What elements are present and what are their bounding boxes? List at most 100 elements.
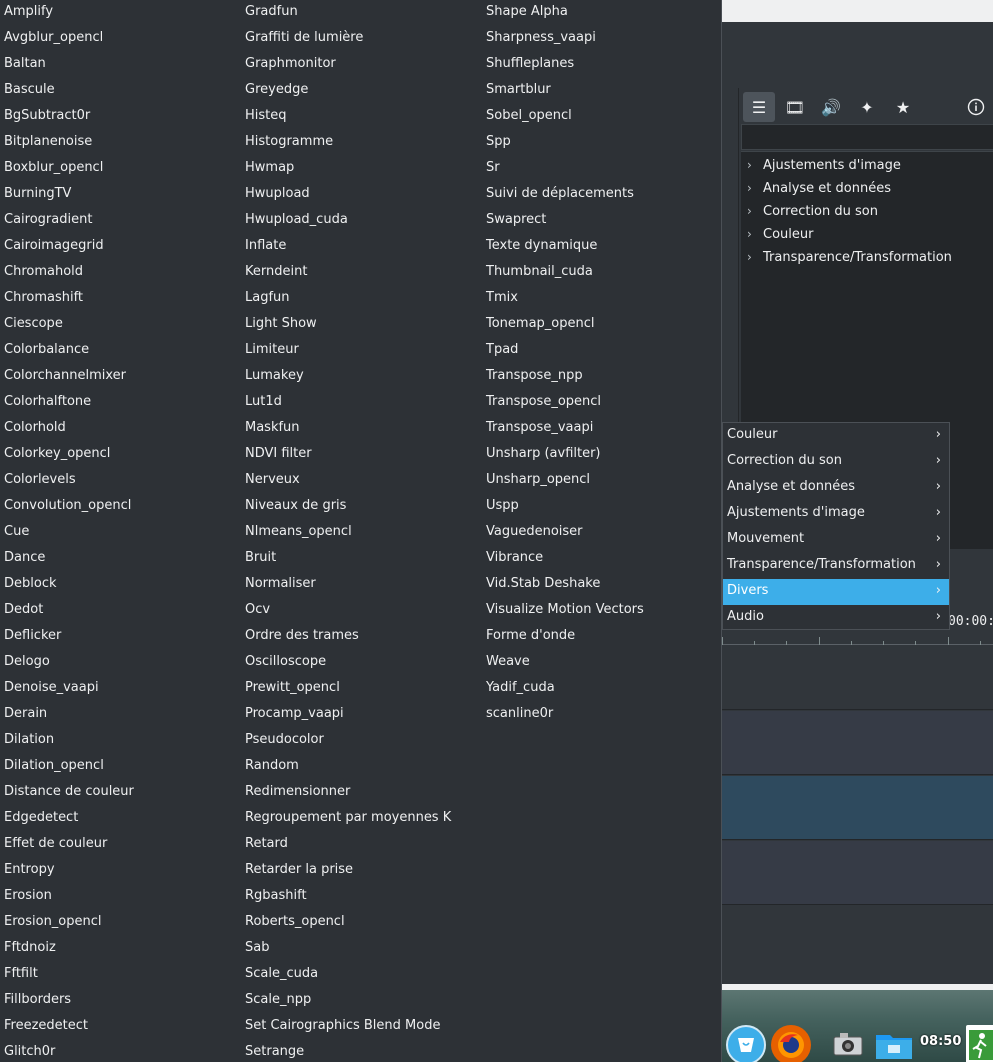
menu-item[interactable]: Colorkey_opencl [0, 442, 241, 468]
menu-item[interactable]: Tonemap_opencl [482, 312, 722, 338]
menu-item[interactable]: Transpose_npp [482, 364, 722, 390]
menu-item[interactable]: Freezedetect [0, 1014, 241, 1040]
menu-item[interactable]: Vid.Stab Deshake [482, 572, 722, 598]
menu-item[interactable]: Nlmeans_opencl [241, 520, 482, 546]
menu-item[interactable]: Erosion [0, 884, 241, 910]
menu-item[interactable]: BurningTV [0, 182, 241, 208]
menu-item[interactable]: Lumakey [241, 364, 482, 390]
menu-item[interactable]: Colorlevels [0, 468, 241, 494]
menu-item[interactable]: Erosion_opencl [0, 910, 241, 936]
menu-item[interactable]: Tmix [482, 286, 722, 312]
favorites-icon[interactable]: ★ [885, 92, 921, 122]
menu-item[interactable]: Chromashift [0, 286, 241, 312]
menu-item[interactable]: Ocv [241, 598, 482, 624]
menu-item[interactable]: Baltan [0, 52, 241, 78]
menu-item[interactable]: Graffiti de lumière [241, 26, 482, 52]
menu-item[interactable]: Hwmap [241, 156, 482, 182]
tree-item[interactable]: › Transparence/Transformation [741, 246, 993, 269]
menu-item[interactable]: Lut1d [241, 390, 482, 416]
category-menu-item[interactable]: Correction du son › [723, 449, 949, 475]
menu-item[interactable]: Boxblur_opencl [0, 156, 241, 182]
menu-item[interactable]: Scale_npp [241, 988, 482, 1014]
menu-item[interactable]: Lagfun [241, 286, 482, 312]
chevron-right-icon[interactable]: › [747, 177, 752, 200]
menu-item[interactable]: Derain [0, 702, 241, 728]
menu-item[interactable]: Shape Alpha [482, 0, 722, 26]
menu-item[interactable]: Fftdnoiz [0, 936, 241, 962]
menu-item[interactable]: Shuffleplanes [482, 52, 722, 78]
category-menu-item[interactable]: Divers › [723, 579, 949, 605]
menu-item[interactable]: Scale_cuda [241, 962, 482, 988]
menu-item[interactable]: Uspp [482, 494, 722, 520]
menu-item[interactable]: Rgbashift [241, 884, 482, 910]
menu-item[interactable]: Cairoimagegrid [0, 234, 241, 260]
timeline-track[interactable] [722, 841, 993, 905]
menu-item[interactable]: Random [241, 754, 482, 780]
category-menu-item[interactable]: Transparence/Transformation › [723, 553, 949, 579]
menu-item[interactable]: Pseudocolor [241, 728, 482, 754]
menu-item[interactable]: Roberts_opencl [241, 910, 482, 936]
tree-item[interactable]: › Ajustements d'image [741, 154, 993, 177]
menu-item[interactable]: Colorhalftone [0, 390, 241, 416]
menu-item[interactable]: Sobel_opencl [482, 104, 722, 130]
menu-item[interactable]: Deflicker [0, 624, 241, 650]
menu-item[interactable]: Dedot [0, 598, 241, 624]
menu-item[interactable]: Ciescope [0, 312, 241, 338]
menu-item[interactable]: Set Cairographics Blend Mode [241, 1014, 482, 1040]
menu-item[interactable]: Sr [482, 156, 722, 182]
timeline-track[interactable] [722, 711, 993, 775]
menu-item[interactable]: scanline0r [482, 702, 722, 728]
timeline-track[interactable] [722, 646, 993, 710]
tree-item[interactable]: › Analyse et données [741, 177, 993, 200]
menu-item[interactable]: Dilation_opencl [0, 754, 241, 780]
chevron-right-icon[interactable]: › [747, 223, 752, 246]
menu-item[interactable]: Dance [0, 546, 241, 572]
menu-item[interactable]: Unsharp_opencl [482, 468, 722, 494]
film-icon[interactable]: 🎞 [777, 92, 813, 122]
menu-item[interactable]: Prewitt_opencl [241, 676, 482, 702]
menu-item[interactable]: Tpad [482, 338, 722, 364]
tree-item[interactable]: › Correction du son [741, 200, 993, 223]
menu-item[interactable]: Light Show [241, 312, 482, 338]
menu-item[interactable]: Spp [482, 130, 722, 156]
menu-item[interactable]: Kerndeint [241, 260, 482, 286]
menu-item[interactable]: Greyedge [241, 78, 482, 104]
firefox-icon[interactable] [771, 1025, 811, 1062]
menu-item[interactable]: Sharpness_vaapi [482, 26, 722, 52]
menu-item[interactable]: Histogramme [241, 130, 482, 156]
menu-item[interactable]: Yadif_cuda [482, 676, 722, 702]
menu-item[interactable]: NDVI filter [241, 442, 482, 468]
menu-item[interactable]: Inflate [241, 234, 482, 260]
menu-item[interactable]: Redimensionner [241, 780, 482, 806]
menu-item[interactable]: Visualize Motion Vectors [482, 598, 722, 624]
menu-item[interactable]: Vibrance [482, 546, 722, 572]
menu-item[interactable]: Effet de couleur [0, 832, 241, 858]
menu-item[interactable]: Transpose_vaapi [482, 416, 722, 442]
launcher-icon[interactable] [726, 1025, 766, 1062]
menu-item[interactable]: Cue [0, 520, 241, 546]
category-menu-item[interactable]: Couleur › [723, 423, 949, 449]
menu-item[interactable]: Weave [482, 650, 722, 676]
menu-item[interactable]: Oscilloscope [241, 650, 482, 676]
menu-item[interactable]: Hwupload [241, 182, 482, 208]
list-icon[interactable]: ☰ [743, 92, 775, 122]
chevron-right-icon[interactable]: › [747, 154, 752, 177]
menu-item[interactable]: Thumbnail_cuda [482, 260, 722, 286]
camera-app-icon[interactable] [828, 1025, 868, 1062]
menu-item[interactable]: Maskfun [241, 416, 482, 442]
menu-item[interactable]: Entropy [0, 858, 241, 884]
menu-item[interactable]: Vaguedenoiser [482, 520, 722, 546]
menu-item[interactable]: Regroupement par moyennes K [241, 806, 482, 832]
menu-item[interactable]: Colorhold [0, 416, 241, 442]
timeline-track[interactable] [722, 906, 993, 984]
menu-item[interactable]: Procamp_vaapi [241, 702, 482, 728]
menu-item[interactable]: Convolution_opencl [0, 494, 241, 520]
category-menu-item[interactable]: Ajustements d'image › [723, 501, 949, 527]
timeline-ruler[interactable] [722, 633, 993, 645]
menu-item[interactable]: Graphmonitor [241, 52, 482, 78]
tree-item[interactable]: › Couleur [741, 223, 993, 246]
chevron-right-icon[interactable]: › [747, 200, 752, 223]
category-menu-item[interactable]: Analyse et données › [723, 475, 949, 501]
menu-item[interactable]: Ordre des trames [241, 624, 482, 650]
menu-item[interactable]: Fftfilt [0, 962, 241, 988]
